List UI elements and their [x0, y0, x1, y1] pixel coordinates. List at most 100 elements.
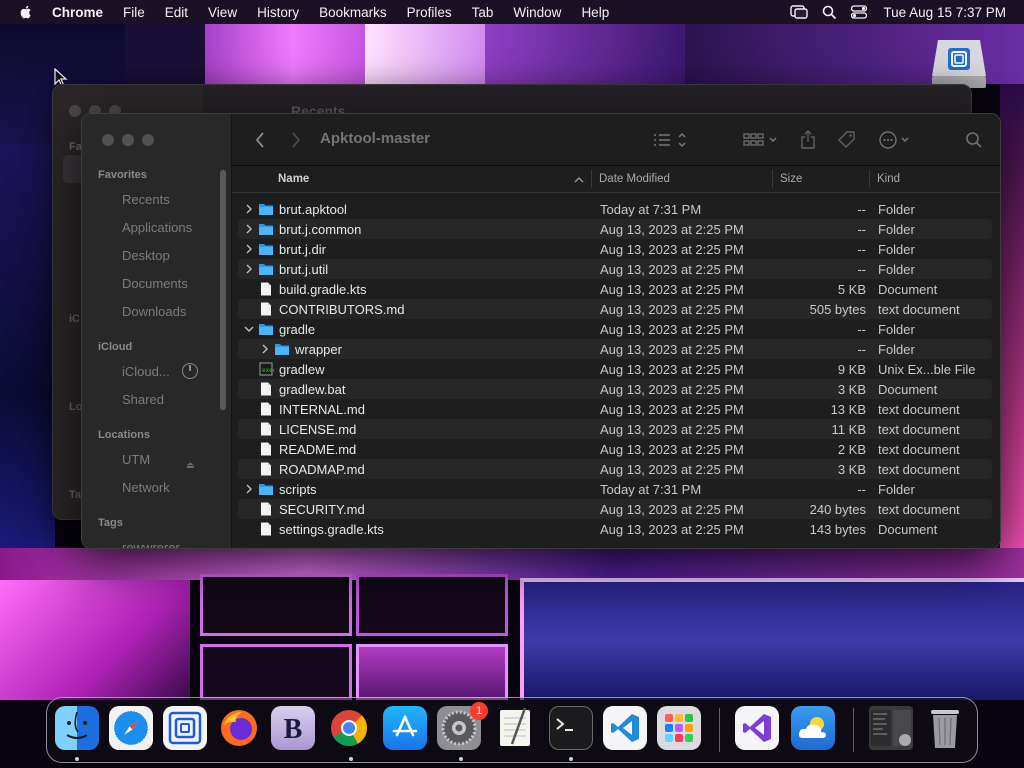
table-row[interactable]: gradle Aug 13, 2023 at 2:25 PM -- Folder — [238, 319, 992, 339]
eject-icon[interactable]: ⏏ — [186, 460, 195, 471]
safari-icon[interactable] — [109, 706, 153, 750]
bbedit-icon[interactable]: B — [271, 706, 315, 750]
table-row[interactable]: brut.j.common Aug 13, 2023 at 2:25 PM -- Fo… — [238, 219, 992, 239]
vscode-icon[interactable] — [603, 706, 647, 750]
back-button[interactable] — [252, 129, 268, 151]
visual-studio-icon[interactable] — [735, 706, 779, 750]
chrome-icon[interactable] — [327, 706, 371, 750]
disclosure-closed-icon[interactable] — [244, 202, 254, 216]
table-row[interactable]: CONTRIBUTORS.md Aug 13, 2023 at 2:25 PM 50… — [238, 299, 992, 319]
downloads-stack-icon[interactable] — [869, 706, 913, 750]
disclosure-closed-icon[interactable] — [244, 482, 254, 496]
sidebar-item-desktop[interactable]: Desktop — [122, 248, 170, 263]
table-row[interactable]: brut.apktool Today at 7:31 PM -- Folder — [238, 199, 992, 219]
sidebar-header-favorites: Favorites — [98, 169, 147, 181]
menu-window[interactable]: Window — [513, 5, 561, 20]
sidebar-item-shared[interactable]: Shared — [122, 392, 164, 407]
table-row[interactable]: exec gradlew Aug 13, 2023 at 2:25 PM 9 KB Un… — [238, 359, 992, 379]
menu-bar-clock[interactable]: Tue Aug 15 7:37 PM — [883, 5, 1006, 20]
menu-file[interactable]: File — [123, 5, 145, 20]
file-name: build.gradle.kts — [279, 282, 367, 297]
search-button[interactable] — [964, 129, 984, 151]
action-menu-button[interactable] — [878, 129, 916, 151]
table-row[interactable]: gradlew.bat Aug 13, 2023 at 2:25 PM 3 KB Do… — [238, 379, 992, 399]
column-header-size[interactable]: Size — [780, 173, 802, 185]
terminal-icon[interactable] — [549, 706, 593, 750]
disclosure-open-icon[interactable] — [244, 322, 254, 336]
table-row[interactable]: LICENSE.md Aug 13, 2023 at 2:25 PM 11 KB te… — [238, 419, 992, 439]
file-date-modified: Aug 13, 2023 at 2:25 PM — [600, 282, 744, 297]
file-date-modified: Aug 13, 2023 at 2:25 PM — [600, 342, 744, 357]
sidebar-item-applications[interactable]: Applications — [122, 220, 192, 235]
screen-mirroring-icon[interactable] — [790, 5, 809, 19]
sidebar-item-recents[interactable]: Recents — [122, 192, 170, 207]
file-kind: Document — [878, 522, 938, 537]
menu-history[interactable]: History — [257, 5, 299, 20]
table-row[interactable]: ROADMAP.md Aug 13, 2023 at 2:25 PM 3 KB tex… — [238, 459, 992, 479]
control-center-icon[interactable] — [851, 5, 868, 19]
sidebar-item-downloads[interactable]: Downloads — [122, 304, 186, 319]
disclosure-closed-icon[interactable] — [244, 242, 254, 256]
table-row[interactable]: SECURITY.md Aug 13, 2023 at 2:25 PM 240 by… — [238, 499, 992, 519]
menu-bookmarks[interactable]: Bookmarks — [319, 5, 387, 20]
file-kind: Document — [878, 282, 938, 297]
file-size: 3 KB — [837, 382, 866, 397]
textedit-icon[interactable] — [493, 706, 537, 750]
share-button[interactable] — [798, 129, 818, 151]
forward-button[interactable] — [288, 129, 304, 151]
app-store-icon[interactable] — [383, 706, 427, 750]
menu-view[interactable]: View — [208, 5, 237, 20]
column-header-date-modified[interactable]: Date Modified — [599, 173, 670, 185]
file-list[interactable]: Name Date Modified Size Kind brut.apktoo… — [232, 166, 1000, 548]
close-button[interactable] — [102, 134, 114, 146]
table-row[interactable]: README.md Aug 13, 2023 at 2:25 PM 2 KB text… — [238, 439, 992, 459]
zoom-button[interactable] — [142, 134, 154, 146]
disclosure-closed-icon[interactable] — [260, 342, 270, 356]
table-row[interactable]: brut.j.dir Aug 13, 2023 at 2:25 PM -- Folde… — [238, 239, 992, 259]
column-divider[interactable] — [591, 170, 592, 188]
table-row[interactable]: brut.j.util Aug 13, 2023 at 2:25 PM -- Fold… — [238, 259, 992, 279]
column-divider[interactable] — [869, 170, 870, 188]
table-row[interactable]: settings.gradle.kts Aug 13, 2023 at 2:25 … — [238, 519, 992, 539]
finder-icon[interactable] — [55, 706, 99, 750]
sidebar-item-network[interactable]: Network — [122, 480, 170, 495]
disclosure-closed-icon[interactable] — [244, 262, 254, 276]
column-header-name[interactable]: Name — [278, 173, 309, 185]
sort-ascending-icon[interactable] — [574, 176, 584, 183]
menu-tab[interactable]: Tab — [472, 5, 494, 20]
trash-icon[interactable] — [923, 706, 967, 750]
finder-window[interactable]: Favorites Recents Applications Desktop D… — [81, 113, 1001, 549]
sidebar-item-tag[interactable]: rewwrerer — [122, 540, 180, 548]
table-row[interactable]: build.gradle.kts Aug 13, 2023 at 2:25 PM 5… — [238, 279, 992, 299]
sidebar-scrollbar[interactable] — [220, 170, 226, 410]
spotlight-search-icon[interactable] — [822, 5, 837, 20]
launchpad-icon[interactable] — [657, 706, 701, 750]
column-header-kind[interactable]: Kind — [877, 173, 900, 185]
table-row[interactable]: INTERNAL.md Aug 13, 2023 at 2:25 PM 13 KB t… — [238, 399, 992, 419]
menu-app-name[interactable]: Chrome — [52, 5, 103, 20]
minimize-button[interactable] — [122, 134, 134, 146]
weather-icon[interactable] — [791, 706, 835, 750]
sidebar-header-tags: Tags — [98, 517, 123, 529]
list-view-icon — [654, 132, 686, 148]
firefox-icon[interactable] — [217, 706, 261, 750]
disclosure-closed-icon[interactable] — [244, 222, 254, 236]
utm-icon[interactable] — [163, 706, 207, 750]
sidebar-item-documents[interactable]: Documents — [122, 276, 188, 291]
sidebar-item-icloud-drive[interactable]: iCloud... — [122, 364, 170, 379]
group-by-button[interactable] — [742, 129, 780, 151]
table-row[interactable]: scripts Today at 7:31 PM -- Folder — [238, 479, 992, 499]
menu-profiles[interactable]: Profiles — [407, 5, 452, 20]
tag-button[interactable] — [837, 129, 857, 151]
file-name: brut.apktool — [279, 202, 347, 217]
menu-edit[interactable]: Edit — [165, 5, 188, 20]
folder-icon — [258, 322, 274, 336]
menu-help[interactable]: Help — [581, 5, 609, 20]
view-mode-list-button[interactable] — [652, 129, 688, 151]
close-icon[interactable] — [69, 105, 81, 117]
sidebar-item-utm[interactable]: UTM — [122, 452, 150, 467]
table-row[interactable]: wrapper Aug 13, 2023 at 2:25 PM -- Folder — [238, 339, 992, 359]
apple-icon[interactable] — [18, 4, 34, 20]
column-divider[interactable] — [772, 170, 773, 188]
file-date-modified: Aug 13, 2023 at 2:25 PM — [600, 362, 744, 377]
